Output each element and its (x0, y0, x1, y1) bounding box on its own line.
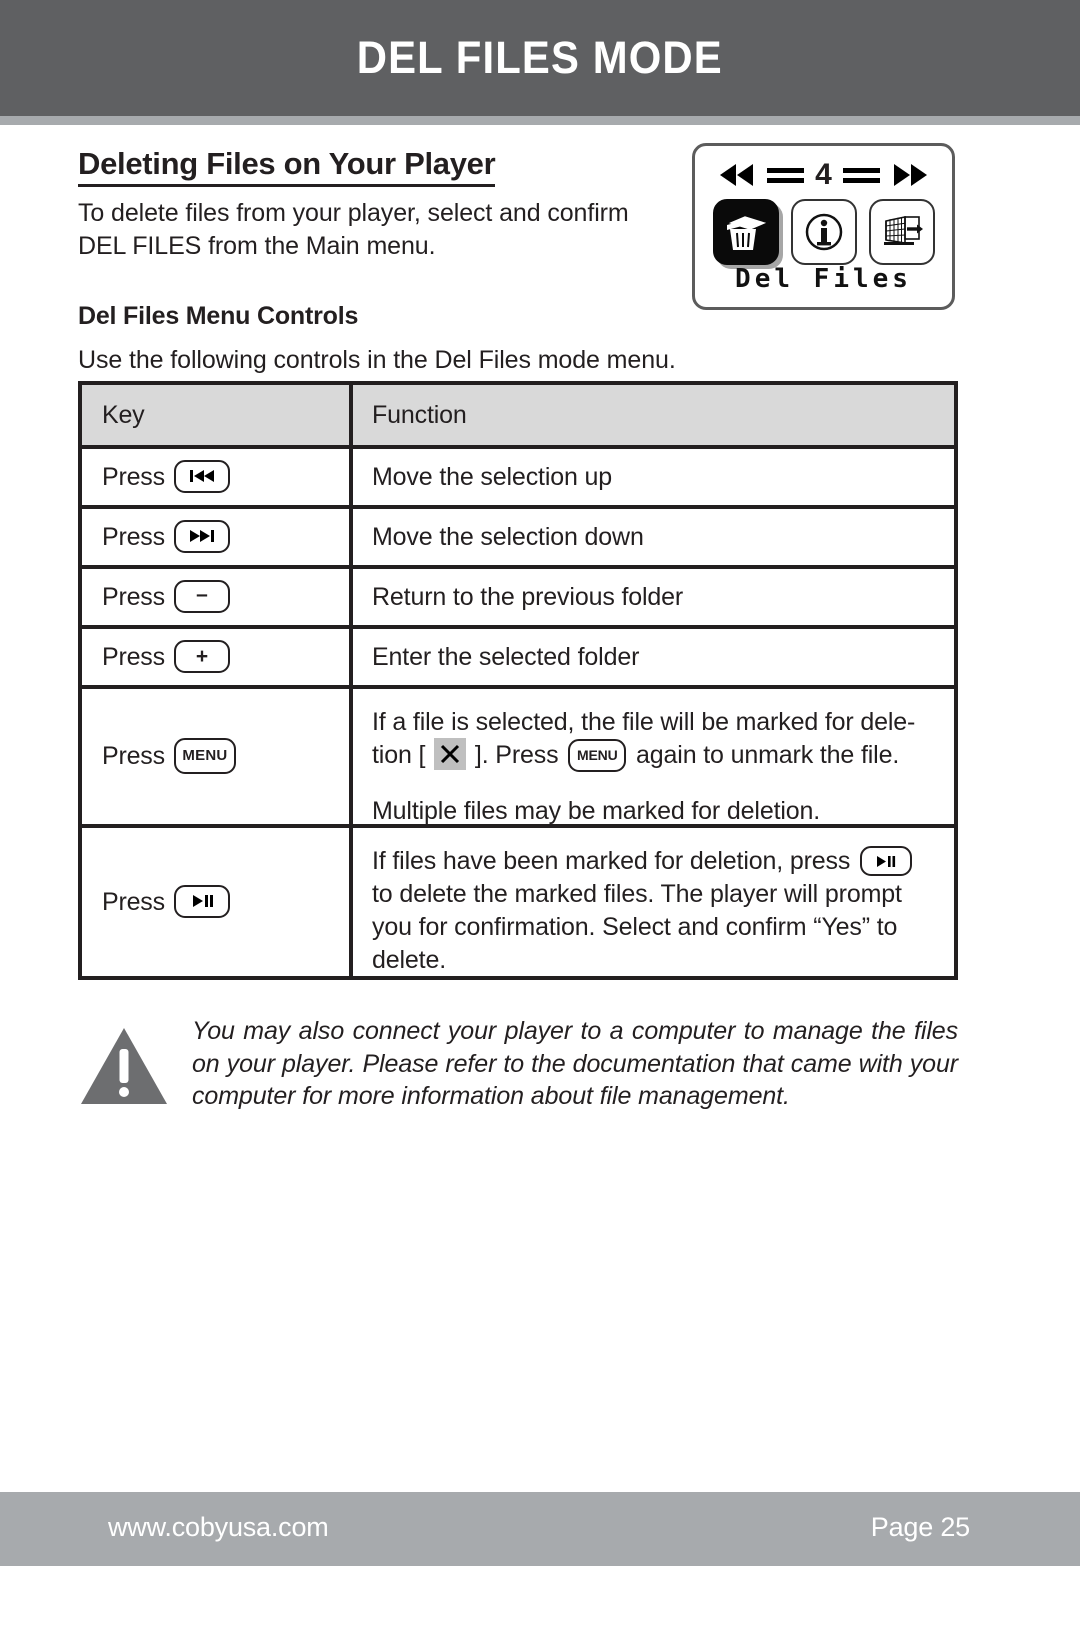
key-cell: Press + (82, 629, 353, 685)
page-header-band: DEL FILES MODE (0, 0, 1080, 116)
page-title: DEL FILES MODE (357, 32, 723, 83)
table-row: Press If files have been marked for dele… (82, 828, 954, 976)
press-label: Press (102, 742, 165, 770)
rewind-icon (716, 162, 756, 188)
play-pause-icon[interactable] (860, 846, 913, 877)
note-callout: You may also connect your player to a co… (78, 1015, 958, 1113)
press-label: Press (102, 642, 165, 671)
footer-page-number: Page 25 (870, 1512, 970, 1542)
function-paragraph-2: Multiple files may be marked for deletio… (372, 796, 821, 825)
column-header-function: Function (353, 385, 954, 445)
table-row: Press MENU If a file is selected, the fi… (82, 689, 954, 828)
function-cell: Move the selection down (372, 522, 644, 551)
function-paragraph: If files have been marked for deletion, … (372, 845, 940, 977)
press-label: Press (102, 462, 165, 491)
function-paragraph-1: If a file is selected, the file will be … (372, 706, 940, 773)
footer-website-link[interactable]: www.cobyusa.com (108, 1512, 329, 1543)
key-cell: Press (82, 509, 353, 565)
press-label: Press (102, 887, 165, 916)
section-intro-paragraph: To delete files from your player, select… (78, 199, 629, 260)
menu-button-icon[interactable]: MENU (173, 737, 236, 774)
plus-glyph: + (195, 644, 208, 668)
menu-button-icon[interactable]: MENU (568, 738, 627, 772)
trash-icon (712, 199, 779, 265)
lcd-mode-label: Del Files (735, 264, 912, 294)
equalizer-bars-left-icon (767, 165, 805, 186)
key-cell: Press – (82, 569, 353, 625)
key-cell: Press (82, 449, 353, 505)
minus-icon[interactable]: – (173, 579, 230, 613)
function-text-a: If files have been marked for deletion, … (372, 847, 851, 875)
table-row: Press + Enter the selected folder (82, 629, 954, 689)
function-cell: If files have been marked for deletion, … (353, 828, 954, 976)
warning-triangle-icon (78, 1015, 170, 1107)
header-accent-strip (0, 116, 1080, 125)
delete-mark-icon (434, 738, 467, 771)
lcd-top-bar: 4 (695, 154, 952, 196)
key-cell: Press MENU (82, 689, 353, 824)
lcd-icon-row (695, 196, 952, 268)
table-row: Press Move the selection down (82, 509, 954, 569)
function-text-b: to delete the marked files. The player w… (372, 880, 902, 974)
key-cell: Press (82, 828, 353, 976)
function-text-c: ]. Press (474, 741, 559, 769)
info-icon (790, 199, 857, 265)
prev-track-icon[interactable] (173, 459, 230, 493)
table-header-row: Key Function (82, 385, 954, 449)
minus-glyph: – (196, 582, 208, 606)
function-cell: Return to the previous folder (372, 582, 684, 611)
function-text-b: tion [ (372, 741, 426, 769)
function-cell: If a file is selected, the file will be … (353, 689, 954, 825)
lcd-page-number: 4 (815, 158, 832, 191)
function-cell: Move the selection up (372, 462, 613, 491)
press-label: Press (102, 582, 165, 611)
subsection-heading: Del Files Menu Controls (78, 302, 359, 330)
controls-table: Key Function Press Move the selection up (78, 381, 958, 980)
table-row: Press Move the selection up (82, 449, 954, 509)
exit-icon (868, 199, 935, 265)
fast-forward-icon (891, 162, 931, 188)
press-label: Press (102, 522, 165, 551)
play-pause-icon[interactable] (173, 884, 230, 918)
note-text: You may also connect your player to a co… (192, 1017, 958, 1110)
function-text-d: again to unmark the file. (636, 741, 900, 769)
next-track-icon[interactable] (173, 519, 230, 553)
menu-glyph-inline: MENU (576, 747, 618, 764)
column-header-key: Key (82, 385, 353, 445)
section-heading: Deleting Files on Your Player (78, 147, 496, 187)
subsection-intro-paragraph: Use the following controls in the Del Fi… (78, 346, 676, 374)
table-row: Press – Return to the previous folder (82, 569, 954, 629)
function-cell: Enter the selected folder (372, 642, 640, 671)
menu-glyph: MENU (182, 747, 228, 764)
equalizer-bars-right-icon (842, 165, 880, 186)
function-text-a: If a file is selected, the file will be … (372, 708, 916, 736)
lcd-screen-illustration: 4 Del Files (692, 143, 955, 310)
plus-icon[interactable]: + (173, 639, 230, 673)
